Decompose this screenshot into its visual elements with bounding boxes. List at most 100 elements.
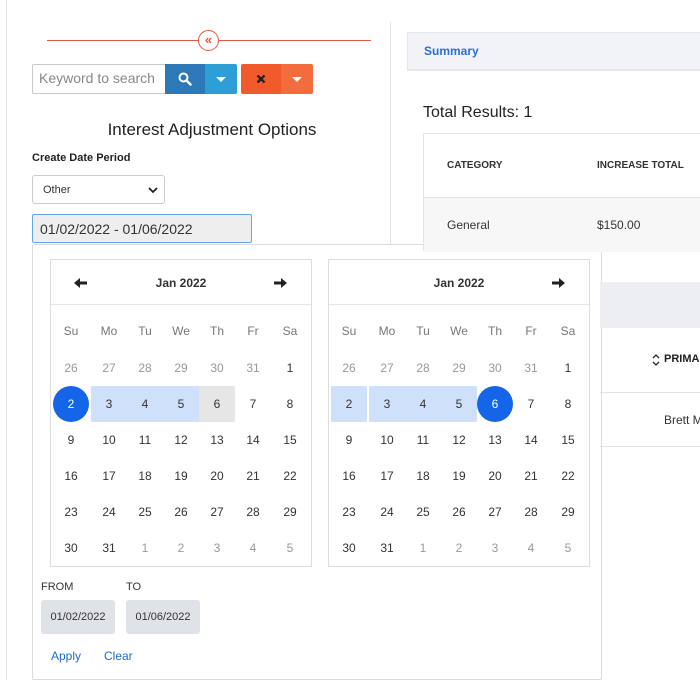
calendar-day[interactable]: 15 bbox=[550, 422, 586, 458]
to-date-input[interactable]: 01/06/2022 bbox=[126, 600, 200, 634]
calendar-day[interactable]: 29 bbox=[441, 350, 477, 386]
calendar-day[interactable]: 17 bbox=[91, 458, 127, 494]
calendar-day[interactable]: 12 bbox=[441, 422, 477, 458]
calendar-day[interactable]: 5 bbox=[163, 386, 199, 422]
calendar-day[interactable]: 31 bbox=[513, 350, 549, 386]
column-header-increase-total[interactable]: INCREASE TOTAL bbox=[597, 160, 684, 171]
search-input[interactable]: Keyword to search bbox=[32, 64, 166, 94]
apply-button[interactable]: Apply bbox=[51, 649, 81, 663]
calendar-day[interactable]: 1 bbox=[550, 350, 586, 386]
calendar-day[interactable]: 1 bbox=[405, 530, 441, 566]
calendar-day[interactable]: 5 bbox=[550, 530, 586, 566]
calendar-day[interactable]: 26 bbox=[331, 350, 367, 386]
calendar-day[interactable]: 19 bbox=[163, 458, 199, 494]
calendar-day[interactable]: 8 bbox=[272, 386, 308, 422]
calendar-day[interactable]: 26 bbox=[441, 494, 477, 530]
calendar-day[interactable]: 28 bbox=[235, 494, 271, 530]
calendar-day[interactable]: 6 bbox=[477, 386, 513, 422]
calendar-day[interactable]: 6 bbox=[199, 386, 235, 422]
calendar-day[interactable]: 15 bbox=[272, 422, 308, 458]
calendar-day[interactable]: 28 bbox=[127, 350, 163, 386]
calendar-day[interactable]: 2 bbox=[441, 530, 477, 566]
calendar-day[interactable]: 18 bbox=[127, 458, 163, 494]
calendar-day[interactable]: 7 bbox=[235, 386, 271, 422]
table-row[interactable]: General $150.00 bbox=[424, 197, 700, 252]
calendar-day[interactable]: 3 bbox=[477, 530, 513, 566]
calendar-day[interactable]: 27 bbox=[199, 494, 235, 530]
calendar-day[interactable]: 27 bbox=[369, 350, 405, 386]
calendar-day[interactable]: 3 bbox=[199, 530, 235, 566]
calendar-day[interactable]: 22 bbox=[550, 458, 586, 494]
collapse-panel-button[interactable]: « bbox=[198, 30, 219, 51]
arrow-right-icon[interactable] bbox=[550, 275, 566, 291]
calendar-day[interactable]: 11 bbox=[127, 422, 163, 458]
calendar-day[interactable]: 3 bbox=[369, 386, 405, 422]
calendar-day[interactable]: 14 bbox=[235, 422, 271, 458]
calendar-day[interactable]: 31 bbox=[235, 350, 271, 386]
calendar-day[interactable]: 30 bbox=[331, 530, 367, 566]
calendar-day[interactable]: 27 bbox=[477, 494, 513, 530]
date-period-select[interactable]: Other bbox=[32, 175, 165, 204]
clear-button[interactable]: Clear bbox=[104, 649, 133, 663]
calendar-day[interactable]: 22 bbox=[272, 458, 308, 494]
date-range-input[interactable]: 01/02/2022 - 01/06/2022 bbox=[32, 214, 252, 243]
calendar-day[interactable]: 5 bbox=[441, 386, 477, 422]
column-header-category[interactable]: CATEGORY bbox=[447, 160, 503, 171]
tab-summary[interactable]: Summary bbox=[424, 44, 479, 58]
calendar-day[interactable]: 8 bbox=[550, 386, 586, 422]
calendar-day[interactable]: 31 bbox=[91, 530, 127, 566]
calendar-day[interactable]: 10 bbox=[369, 422, 405, 458]
calendar-day[interactable]: 23 bbox=[331, 494, 367, 530]
calendar-day[interactable]: 24 bbox=[369, 494, 405, 530]
calendar-day[interactable]: 26 bbox=[53, 350, 89, 386]
from-date-input[interactable]: 01/02/2022 bbox=[41, 600, 115, 634]
calendar-day[interactable]: 4 bbox=[235, 530, 271, 566]
calendar-day[interactable]: 3 bbox=[91, 386, 127, 422]
calendar-day[interactable]: 30 bbox=[53, 530, 89, 566]
calendar-day[interactable]: 28 bbox=[405, 350, 441, 386]
calendar-day[interactable]: 23 bbox=[53, 494, 89, 530]
calendar-day[interactable]: 2 bbox=[53, 386, 89, 422]
calendar-day[interactable]: 13 bbox=[477, 422, 513, 458]
calendar-day[interactable]: 31 bbox=[369, 530, 405, 566]
clear-options-dropdown[interactable] bbox=[281, 64, 313, 94]
calendar-day[interactable]: 21 bbox=[513, 458, 549, 494]
calendar-day[interactable]: 10 bbox=[91, 422, 127, 458]
calendar-day[interactable]: 17 bbox=[369, 458, 405, 494]
calendar-day[interactable]: 4 bbox=[127, 386, 163, 422]
calendar-day[interactable]: 13 bbox=[199, 422, 235, 458]
calendar-day[interactable]: 1 bbox=[127, 530, 163, 566]
calendar-day[interactable]: 18 bbox=[405, 458, 441, 494]
calendar-day[interactable]: 4 bbox=[513, 530, 549, 566]
calendar-day[interactable]: 29 bbox=[163, 350, 199, 386]
calendar-day[interactable]: 5 bbox=[272, 530, 308, 566]
calendar-day[interactable]: 26 bbox=[163, 494, 199, 530]
calendar-day[interactable]: 2 bbox=[331, 386, 367, 422]
calendar-day[interactable]: 29 bbox=[550, 494, 586, 530]
calendar-day[interactable]: 1 bbox=[272, 350, 308, 386]
calendar-day[interactable]: 7 bbox=[513, 386, 549, 422]
sort-icon[interactable] bbox=[651, 353, 661, 367]
calendar-day[interactable]: 28 bbox=[513, 494, 549, 530]
calendar-day[interactable]: 16 bbox=[331, 458, 367, 494]
calendar-day[interactable]: 21 bbox=[235, 458, 271, 494]
calendar-day[interactable]: 14 bbox=[513, 422, 549, 458]
calendar-day[interactable]: 11 bbox=[405, 422, 441, 458]
calendar-day[interactable]: 9 bbox=[53, 422, 89, 458]
calendar-day[interactable]: 27 bbox=[91, 350, 127, 386]
calendar-day[interactable]: 24 bbox=[91, 494, 127, 530]
search-options-dropdown[interactable] bbox=[205, 64, 237, 94]
calendar-day[interactable]: 29 bbox=[272, 494, 308, 530]
search-button[interactable] bbox=[165, 64, 205, 94]
calendar-day[interactable]: 19 bbox=[441, 458, 477, 494]
calendar-day[interactable]: 30 bbox=[477, 350, 513, 386]
column-header-primary[interactable]: PRIMA bbox=[664, 353, 699, 365]
calendar-day[interactable]: 12 bbox=[163, 422, 199, 458]
calendar-day[interactable]: 2 bbox=[163, 530, 199, 566]
calendar-day[interactable]: 9 bbox=[331, 422, 367, 458]
calendar-day[interactable]: 30 bbox=[199, 350, 235, 386]
calendar-day[interactable]: 20 bbox=[477, 458, 513, 494]
clear-search-button[interactable] bbox=[241, 64, 281, 94]
calendar-day[interactable]: 4 bbox=[405, 386, 441, 422]
calendar-day[interactable]: 25 bbox=[127, 494, 163, 530]
